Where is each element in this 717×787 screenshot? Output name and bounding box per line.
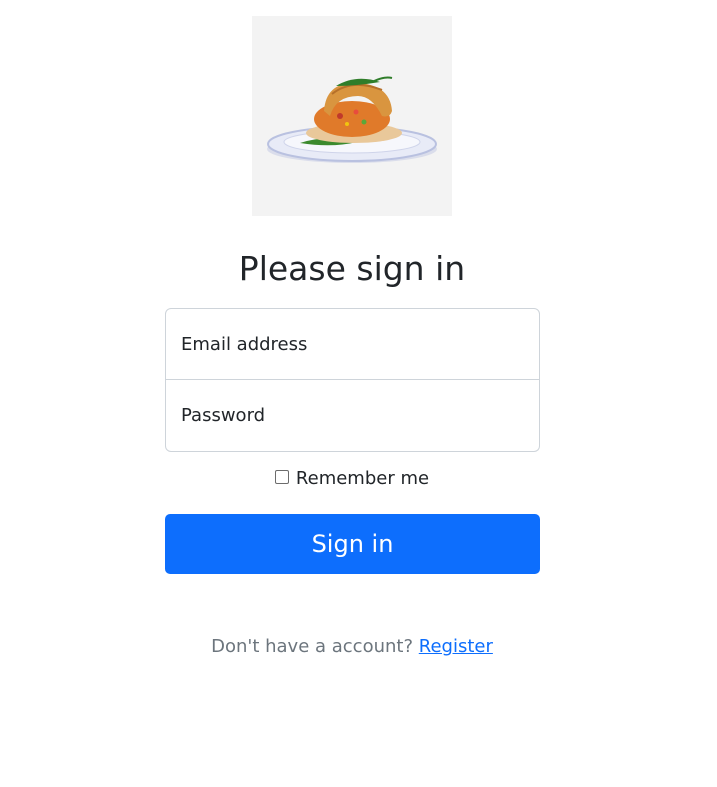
register-prompt: Don't have a account? Register (0, 636, 704, 657)
sign-in-button[interactable]: Sign in (165, 514, 540, 574)
register-link[interactable]: Register (419, 636, 493, 657)
password-placeholder: Password (181, 405, 266, 426)
email-placeholder: Email address (181, 333, 308, 355)
sign-in-fields: Email address Password (165, 308, 540, 452)
page-title: Please sign in (238, 249, 466, 288)
remember-me-row: Remember me (0, 468, 704, 489)
password-field[interactable]: Password (165, 380, 540, 452)
register-prompt-text: Don't have a account? (211, 636, 414, 657)
vada-pav-icon (267, 76, 437, 163)
food-logo-image (252, 16, 452, 216)
remember-me-checkbox[interactable] (274, 469, 289, 484)
email-field[interactable]: Email address (165, 308, 540, 380)
sign-in-page: Please sign in Email address Password Re… (0, 0, 717, 787)
remember-me-label[interactable]: Remember me (296, 468, 429, 489)
